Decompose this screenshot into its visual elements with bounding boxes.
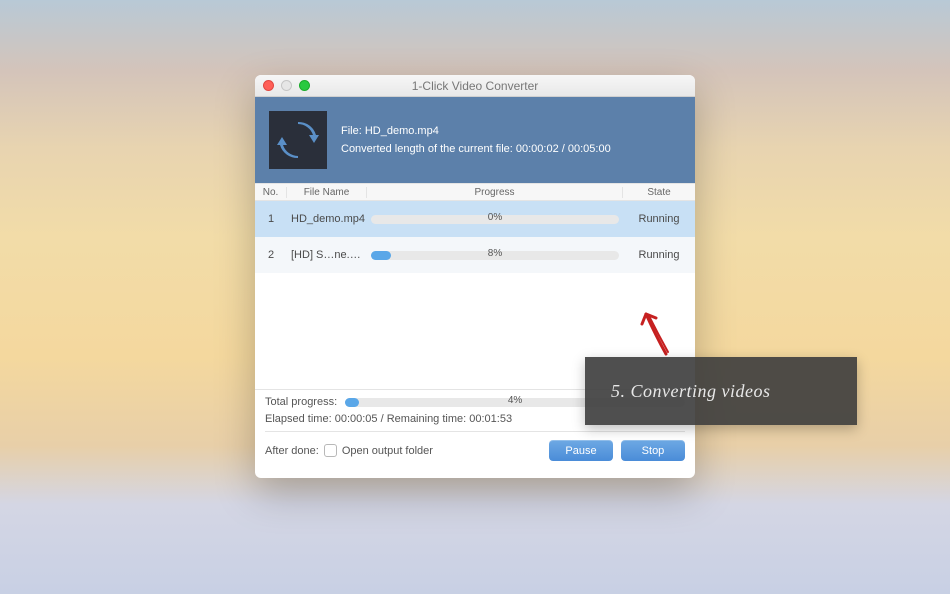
elapsed-time: 00:00:05 bbox=[335, 413, 378, 425]
cell-progress: 0% bbox=[367, 213, 623, 225]
remaining-label: Remaining time: bbox=[387, 413, 466, 425]
current-file-line: File: HD_demo.mp4 bbox=[341, 125, 611, 137]
table-header: No. File Name Progress State bbox=[255, 183, 695, 201]
cell-file: HD_demo.mp4 bbox=[287, 213, 367, 225]
total-time: 00:05:00 bbox=[568, 143, 611, 155]
progress-label: 8% bbox=[371, 248, 619, 259]
annotation-callout: 5. Converting videos bbox=[585, 357, 857, 425]
callout-text: 5. Converting videos bbox=[611, 381, 770, 402]
remaining-time: 00:01:53 bbox=[469, 413, 512, 425]
stop-button[interactable]: Stop bbox=[621, 440, 685, 461]
pause-button[interactable]: Pause bbox=[549, 440, 613, 461]
header-panel: File: HD_demo.mp4 Converted length of th… bbox=[255, 97, 695, 183]
window-title: 1-Click Video Converter bbox=[255, 79, 695, 93]
cell-state: Running bbox=[623, 249, 695, 261]
file-label: File: bbox=[341, 125, 362, 137]
cell-state: Running bbox=[623, 213, 695, 225]
titlebar[interactable]: 1-Click Video Converter bbox=[255, 75, 695, 97]
col-header-no: No. bbox=[255, 187, 287, 198]
open-output-label: Open output folder bbox=[342, 445, 433, 457]
app-logo-icon bbox=[269, 111, 327, 169]
cell-no: 2 bbox=[255, 249, 287, 261]
cell-progress: 8% bbox=[367, 249, 623, 261]
bottom-row: After done: Open output folder Pause Sto… bbox=[265, 440, 685, 461]
after-done-label: After done: bbox=[265, 445, 319, 457]
col-header-file: File Name bbox=[287, 187, 367, 198]
elapsed-label: Elapsed time: bbox=[265, 413, 332, 425]
open-output-checkbox[interactable] bbox=[324, 444, 337, 457]
converted-prefix: Converted length of the current file: bbox=[341, 143, 513, 155]
col-header-state: State bbox=[623, 187, 695, 198]
table-row[interactable]: 2 [HD] S…ne.mp4 8% Running bbox=[255, 237, 695, 273]
cell-no: 1 bbox=[255, 213, 287, 225]
progress-label: 0% bbox=[371, 212, 619, 223]
file-info: File: HD_demo.mp4 Converted length of th… bbox=[341, 125, 611, 155]
converted-time: 00:00:02 bbox=[516, 143, 559, 155]
file-name: HD_demo.mp4 bbox=[365, 125, 439, 137]
converted-line: Converted length of the current file: 00… bbox=[341, 143, 611, 155]
table-row[interactable]: 1 HD_demo.mp4 0% Running bbox=[255, 201, 695, 237]
after-done-group: After done: Open output folder bbox=[265, 444, 433, 457]
cell-file: [HD] S…ne.mp4 bbox=[287, 249, 367, 261]
col-header-progress: Progress bbox=[367, 187, 623, 198]
total-progress-label: Total progress: bbox=[265, 396, 337, 408]
